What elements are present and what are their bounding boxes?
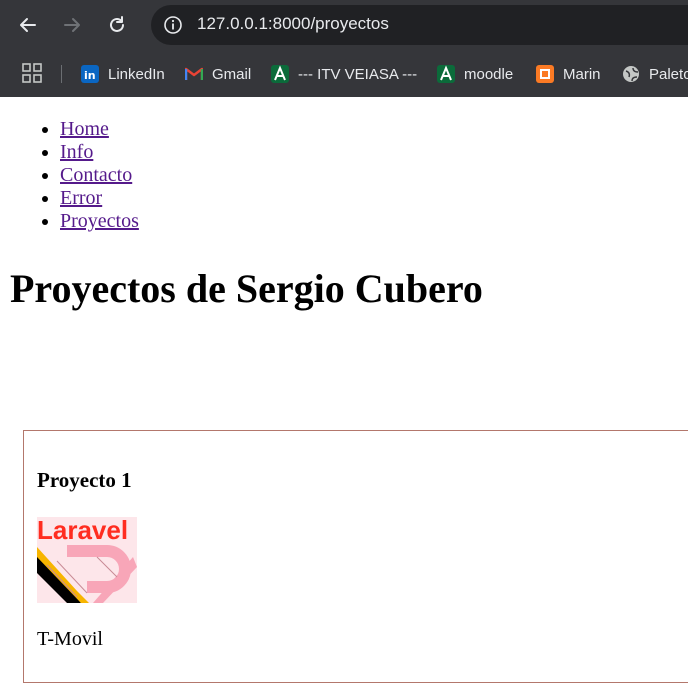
back-button[interactable] bbox=[12, 9, 44, 41]
gmail-icon bbox=[185, 65, 203, 83]
svg-text:in: in bbox=[84, 69, 96, 82]
nav-link-info[interactable]: Info bbox=[60, 141, 93, 163]
nav-item-home: Home bbox=[60, 118, 139, 141]
project-name: Proyecto 1 bbox=[37, 468, 132, 492]
bookmarks-bar: in LinkedIn Gmail --- ITV VEIASA --- moo… bbox=[0, 50, 688, 97]
nav-link-contacto[interactable]: Contacto bbox=[60, 164, 132, 186]
itv-icon bbox=[271, 65, 289, 83]
bookmark-paleto[interactable]: Paleto bbox=[622, 63, 688, 85]
moodle-icon bbox=[437, 65, 455, 83]
nav-item-contacto: Contacto bbox=[60, 164, 139, 187]
nav-item-info: Info bbox=[60, 141, 139, 164]
browser-toolbar: 127.0.0.1:8000/proyectos bbox=[0, 0, 688, 50]
xampp-icon bbox=[536, 65, 554, 83]
bookmarks-separator bbox=[61, 65, 62, 83]
main-nav: Home Info Contacto Error Proyectos bbox=[0, 118, 139, 233]
browser-chrome: 127.0.0.1:8000/proyectos in LinkedIn Gma… bbox=[0, 0, 688, 97]
laravel-logo-text: Laravel bbox=[37, 517, 128, 545]
bookmark-linkedin[interactable]: in LinkedIn bbox=[81, 63, 165, 85]
arrow-left-icon bbox=[20, 18, 36, 32]
project-description: T-Movil bbox=[37, 628, 103, 650]
bookmark-moodle[interactable]: moodle bbox=[437, 63, 513, 85]
bookmark-itv-veiasa[interactable]: --- ITV VEIASA --- bbox=[271, 63, 417, 85]
laravel-logo-image: Laravel bbox=[37, 517, 137, 603]
project-card: Proyecto 1 Laravel T-Movil bbox=[23, 430, 688, 683]
linkedin-icon: in bbox=[81, 65, 99, 83]
address-bar[interactable]: 127.0.0.1:8000/proyectos bbox=[151, 5, 688, 45]
bookmark-marin[interactable]: Marin bbox=[536, 63, 601, 85]
nav-item-proyectos: Proyectos bbox=[60, 210, 139, 233]
apps-grid-icon[interactable] bbox=[22, 63, 42, 83]
info-icon[interactable] bbox=[163, 15, 183, 35]
bookmark-gmail[interactable]: Gmail bbox=[185, 63, 251, 85]
globe-icon bbox=[622, 65, 640, 83]
nav-link-proyectos[interactable]: Proyectos bbox=[60, 210, 139, 232]
url-text: 127.0.0.1:8000/proyectos bbox=[197, 14, 389, 33]
nav-link-error[interactable]: Error bbox=[60, 187, 102, 209]
nav-link-home[interactable]: Home bbox=[60, 118, 109, 140]
reload-button[interactable] bbox=[101, 9, 133, 41]
forward-button[interactable] bbox=[56, 9, 88, 41]
reload-icon bbox=[110, 16, 124, 32]
nav-item-error: Error bbox=[60, 187, 139, 210]
page-title: Proyectos de Sergio Cubero bbox=[10, 266, 483, 311]
arrow-right-icon bbox=[64, 18, 80, 32]
